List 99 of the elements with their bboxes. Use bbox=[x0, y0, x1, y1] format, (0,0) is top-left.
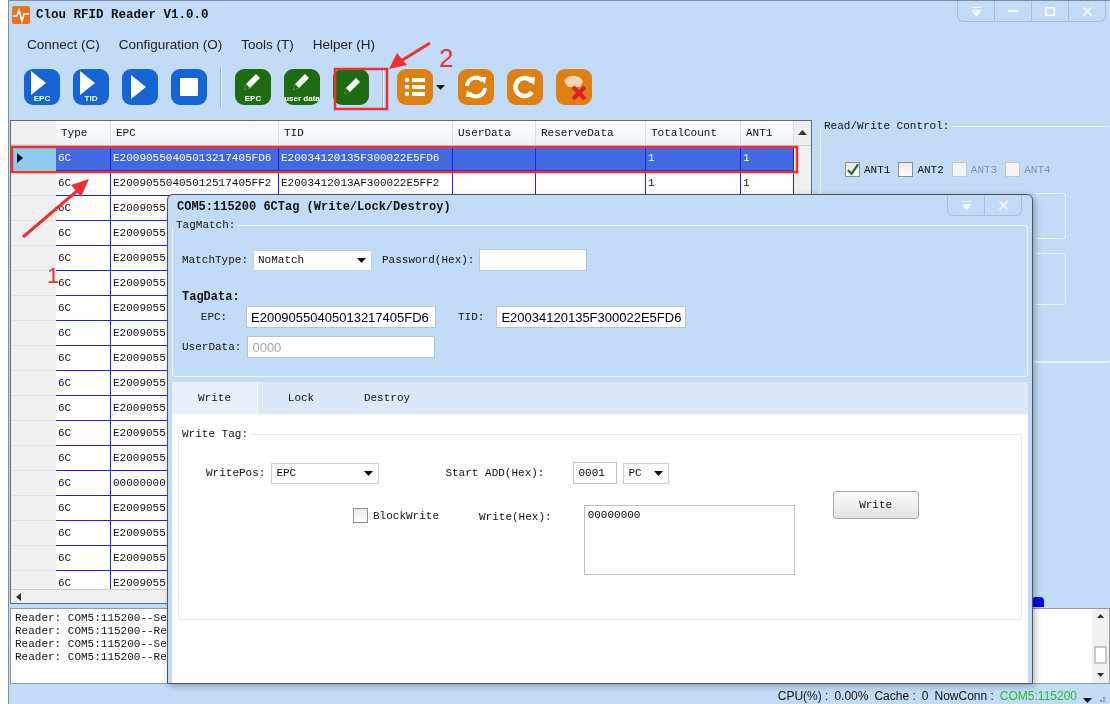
log-line: Reader: COM5:115200--Re bbox=[15, 651, 168, 664]
dropdown-caret-icon bbox=[364, 470, 374, 476]
annotation-arrow bbox=[22, 179, 89, 239]
epc-field[interactable]: E20090550405013217405FD6 bbox=[246, 306, 436, 328]
match-type-dropdown[interactable]: NoMatch bbox=[253, 249, 372, 271]
checkbox-label: ANT4 bbox=[1024, 163, 1051, 176]
checkbox-label: BlockWrite bbox=[373, 509, 439, 522]
toolbar-button[interactable]: EPC bbox=[235, 69, 271, 105]
app-logo-icon bbox=[12, 6, 30, 24]
write-pos-dropdown[interactable]: EPC bbox=[271, 462, 380, 484]
group-label: Read/Write Control: bbox=[823, 120, 951, 132]
menu-item[interactable]: Helper (H) bbox=[312, 36, 376, 52]
field-label: Start ADD(Hex): bbox=[445, 467, 545, 479]
column-header[interactable]: TotalCount bbox=[646, 121, 741, 145]
toolbar-button[interactable]: user data bbox=[284, 69, 320, 105]
connection-status: COM5:115200 bbox=[999, 689, 1077, 703]
group-label: TagMatch: bbox=[175, 219, 237, 231]
table-cell: 1 bbox=[741, 146, 794, 171]
column-header[interactable]: Type bbox=[56, 121, 111, 145]
field-label: Password(Hex): bbox=[382, 254, 475, 266]
table-cell: 6C bbox=[56, 421, 111, 446]
dropdown-caret-icon bbox=[357, 257, 366, 263]
header-corner-cell bbox=[11, 121, 56, 145]
status-label: CPU(%) : bbox=[777, 689, 829, 703]
dropdown-caret-icon bbox=[1083, 698, 1092, 703]
scroll-left-icon bbox=[15, 592, 23, 601]
table-cell: 6C bbox=[56, 371, 111, 396]
tid-field[interactable]: E20034120135F300022E5FD6 bbox=[496, 306, 687, 328]
table-cell: 6C bbox=[56, 396, 111, 421]
checkbox-label: ANT2 bbox=[917, 163, 944, 176]
password-field[interactable] bbox=[479, 249, 588, 271]
checkbox[interactable] bbox=[845, 162, 860, 177]
menu-item[interactable]: Configuration (O) bbox=[118, 36, 223, 52]
toolbar-button[interactable]: EPC bbox=[24, 69, 60, 105]
close-icon bbox=[998, 200, 1008, 210]
table-cell: 6C bbox=[56, 471, 111, 496]
table-cell: 6C bbox=[56, 146, 111, 171]
panel-marker bbox=[1032, 597, 1044, 607]
toolbar-button[interactable] bbox=[171, 69, 207, 105]
checkbox-label: ANT3 bbox=[970, 163, 998, 176]
column-header[interactable]: ReserveData bbox=[536, 121, 646, 145]
toolbar-button[interactable] bbox=[556, 69, 592, 105]
field-label: TID: bbox=[458, 311, 485, 323]
status-label: NowConn : bbox=[934, 689, 994, 703]
column-header[interactable]: UserData bbox=[453, 121, 536, 145]
write-data-field[interactable]: 00000000 bbox=[583, 505, 795, 575]
checkbox-label: ANT1 bbox=[864, 163, 891, 176]
menu-item[interactable]: Connect (C) bbox=[27, 36, 100, 52]
column-header[interactable]: EPC bbox=[111, 121, 279, 145]
table-cell: 6C bbox=[56, 546, 111, 571]
group-frame bbox=[1035, 193, 1066, 239]
group-label: Write Tag: bbox=[181, 428, 249, 440]
window-title: Clou RFID Reader V1.0.0 bbox=[36, 8, 209, 22]
menu-icon bbox=[971, 6, 981, 16]
checkbox[interactable] bbox=[898, 162, 914, 177]
annotation-arrow bbox=[389, 41, 431, 69]
close-icon bbox=[1082, 6, 1092, 16]
resize-grip-icon bbox=[1098, 695, 1106, 703]
table-cell: 6C bbox=[56, 446, 111, 471]
table-cell: 1 bbox=[646, 146, 741, 171]
status-value: 0 bbox=[921, 689, 929, 703]
table-cell: 6C bbox=[56, 496, 111, 521]
table-cell: 6C bbox=[56, 346, 111, 371]
dropdown-caret-icon bbox=[654, 470, 664, 476]
status-label: Cache : bbox=[874, 689, 916, 703]
field-label: MatchType: bbox=[182, 254, 248, 266]
column-header[interactable]: TID bbox=[279, 121, 453, 145]
start-address-field[interactable]: 0001 bbox=[573, 462, 618, 484]
row-pointer-icon bbox=[17, 153, 23, 163]
highlight-frame bbox=[333, 67, 389, 111]
checkbox[interactable] bbox=[353, 508, 368, 523]
maximize-icon bbox=[1045, 6, 1055, 16]
minimize-icon bbox=[1008, 10, 1018, 12]
bank-dropdown[interactable]: PC bbox=[623, 462, 670, 484]
menu-item[interactable]: Tools (T) bbox=[241, 36, 294, 52]
log-line: Reader: COM5:115200--Se bbox=[15, 612, 168, 625]
menu-icon bbox=[961, 200, 971, 210]
status-value: 0.00% bbox=[834, 689, 869, 703]
table-cell: E20034120135F300022E5FD6 bbox=[279, 146, 453, 171]
toolbar-button[interactable]: TID bbox=[73, 69, 109, 105]
table-cell: E20090550405013217405FD6 bbox=[111, 146, 279, 171]
log-line: Reader: COM5:115200--Re bbox=[15, 625, 168, 638]
table-cell: 6C bbox=[56, 321, 111, 346]
toolbar-button[interactable] bbox=[333, 69, 369, 105]
tab[interactable]: Write bbox=[172, 382, 258, 414]
log-line: Reader: COM5:115200--Se bbox=[15, 638, 168, 651]
table-cell: 6C bbox=[56, 221, 111, 246]
toolbar-button[interactable] bbox=[122, 69, 158, 105]
user-data-field[interactable]: 0000 bbox=[247, 336, 436, 358]
tab[interactable]: Destroy bbox=[344, 382, 430, 414]
dropdown-caret-icon bbox=[436, 84, 445, 90]
table-cell: 6C bbox=[56, 246, 111, 271]
annotation-number: 2 bbox=[439, 45, 454, 71]
table-cell: 6C bbox=[56, 296, 111, 321]
table-cell: 6C bbox=[56, 521, 111, 546]
group-frame bbox=[1035, 253, 1066, 305]
field-label: Write(Hex): bbox=[479, 511, 552, 523]
write-button[interactable]: Write bbox=[832, 491, 919, 519]
field-label: EPC: bbox=[199, 311, 229, 323]
